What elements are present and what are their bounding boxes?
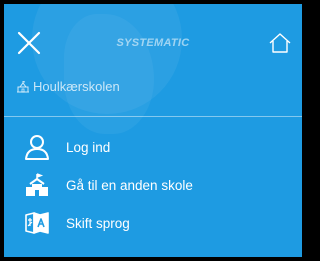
- menu-item-language[interactable]: Skift sprog: [4, 204, 302, 242]
- menu-item-label: Log ind: [66, 139, 111, 155]
- user-icon: [25, 135, 49, 160]
- school-name: Houlkærskolen: [33, 79, 120, 94]
- menu-list: Log ind Gå til en anden skole Skift spro…: [4, 128, 302, 242]
- school-icon: [17, 80, 29, 92]
- divider: [4, 116, 302, 117]
- school-icon: [26, 173, 48, 196]
- translate-icon: [25, 212, 49, 234]
- brand-logo: SYSTEMATIC: [116, 37, 190, 49]
- menu-item-label: Skift sprog: [66, 215, 130, 231]
- home-icon: [269, 33, 291, 53]
- menu-item-login[interactable]: Log ind: [4, 128, 302, 166]
- home-button[interactable]: [268, 32, 292, 54]
- current-school[interactable]: Houlkærskolen: [16, 79, 120, 94]
- menu-panel: SYSTEMATIC Houlkærskolen Log ind Gå til …: [4, 4, 302, 257]
- menu-item-label: Gå til en anden skole: [66, 177, 193, 193]
- menu-item-change-school[interactable]: Gå til en anden skole: [4, 166, 302, 204]
